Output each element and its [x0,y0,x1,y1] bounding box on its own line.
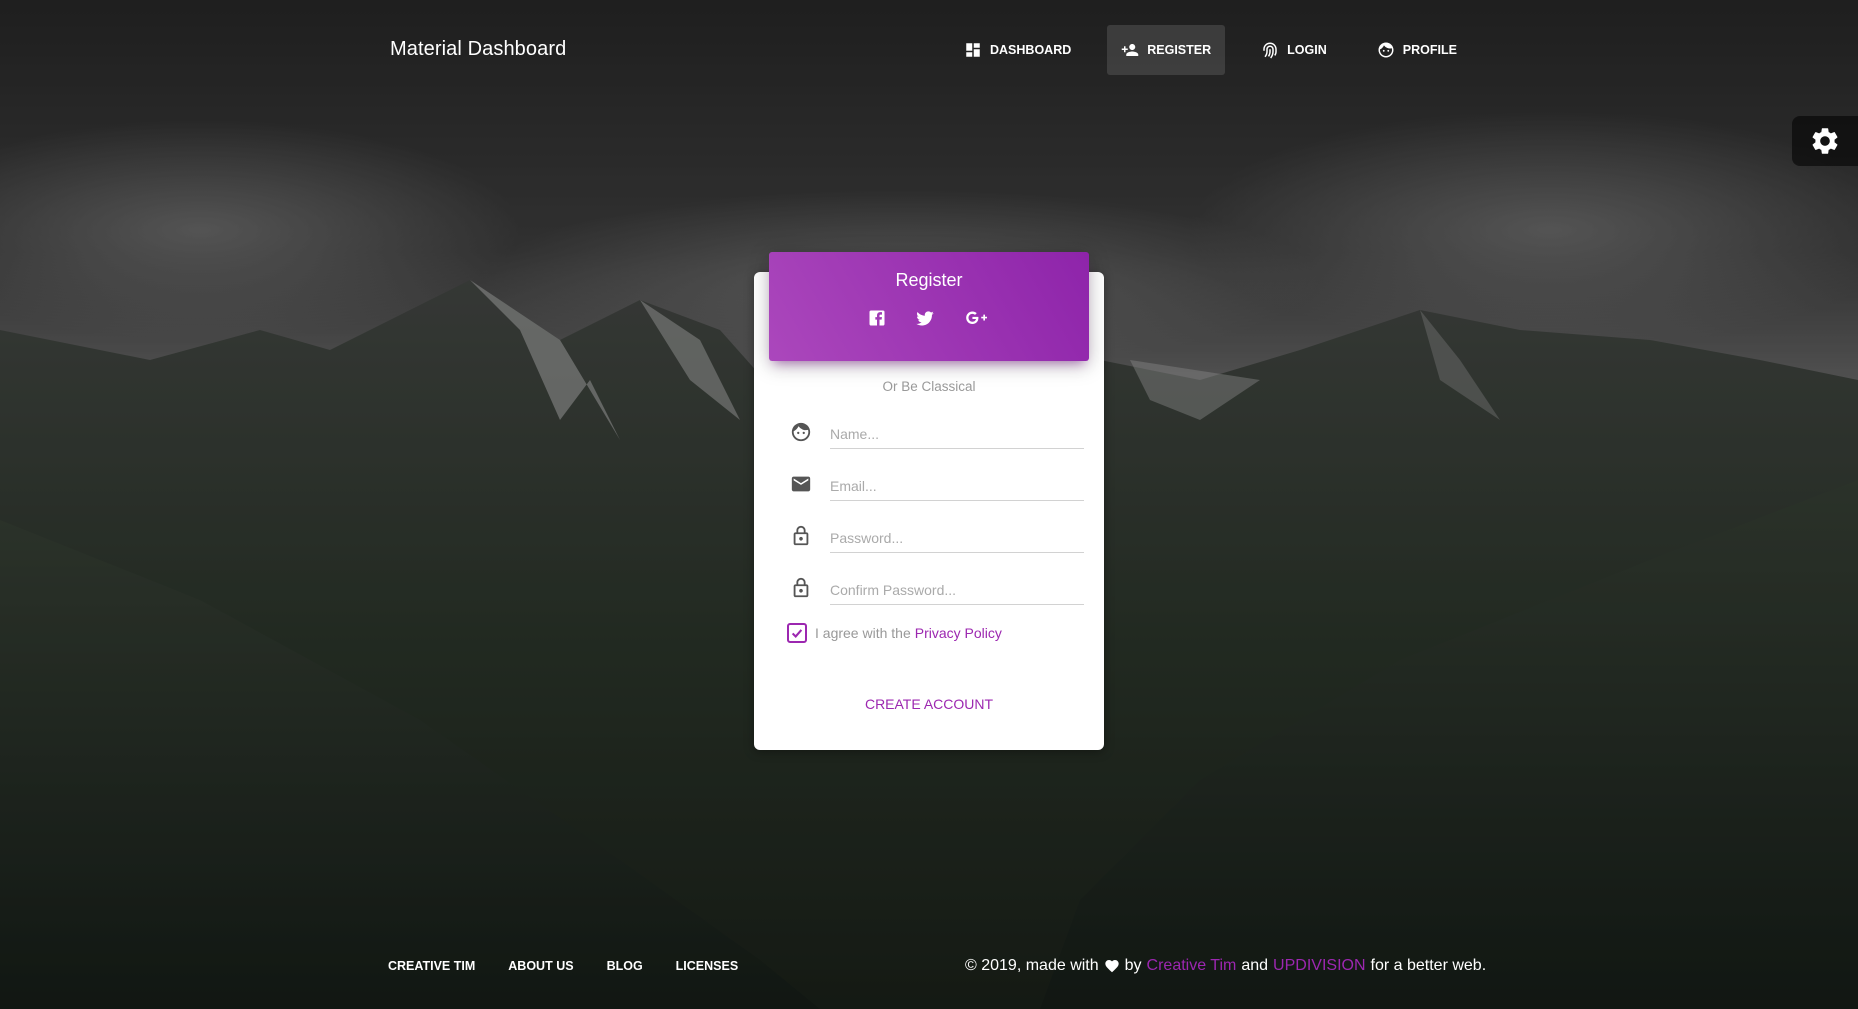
gear-icon [1812,128,1838,154]
email-field-group [788,464,1084,504]
copyright: © 2019, made with by Creative Tim and UP… [965,957,1486,975]
top-nav: Dashboard Register Login Profile [950,25,1493,75]
register-card: Register Or Be Classical Name... Email..… [754,252,1104,750]
brand-title[interactable]: Material Dashboard [390,38,566,61]
lock-icon [788,575,814,601]
check-icon [791,629,803,639]
copyright-and: and [1241,957,1269,974]
confirm-password-field-group [788,568,1084,608]
create-account-button[interactable]: Create Account [754,696,1104,712]
google-plus-icon [966,311,987,324]
copyright-suffix: for a better web. [1370,957,1487,974]
footer-links: Creative Tim About Us Blog Licenses [388,959,738,973]
facebook-icon [869,310,885,326]
twitter-icon [916,311,934,326]
facebook-button[interactable] [866,307,888,329]
copyright-by: by [1124,957,1142,974]
updivision-link[interactable]: UPDIVISION [1273,957,1365,975]
face-icon [1378,42,1394,58]
privacy-agreement: I agree with the Privacy Policy [787,623,1002,643]
footer-link-licenses[interactable]: Licenses [676,959,739,973]
creative-tim-link[interactable]: Creative Tim [1147,957,1237,975]
footer-link-blog[interactable]: Blog [607,959,643,973]
password-field-group [788,516,1084,556]
footer-link-about-us[interactable]: About Us [508,959,573,973]
nav-register-label: Register [1147,43,1212,57]
fingerprint-icon [1263,42,1277,59]
agree-label: I agree with the [815,625,911,641]
settings-toggle-button[interactable] [1792,116,1858,166]
password-input[interactable] [830,519,1084,553]
nav-profile[interactable]: Profile [1363,25,1471,75]
confirm-password-input[interactable] [830,571,1084,605]
mail-icon [788,471,814,497]
agree-checkbox[interactable] [787,623,807,643]
privacy-policy-link[interactable]: Privacy Policy [915,625,1002,641]
email-input[interactable] [830,467,1084,501]
dashboard-icon [966,43,980,57]
card-header: Register [769,252,1089,361]
twitter-button[interactable] [914,307,936,329]
nav-dashboard-label: Dashboard [990,43,1072,57]
google-plus-button[interactable] [962,307,992,329]
name-input[interactable] [830,415,1084,449]
nav-register[interactable]: Register [1107,25,1226,75]
or-classical-text: Or Be Classical [882,379,976,394]
social-buttons [769,307,1089,329]
lock-icon [788,523,814,549]
heart-icon [1104,960,1119,973]
copyright-prefix: © 2019, made with [965,957,1099,974]
nav-login-label: Login [1287,43,1327,57]
person-add-icon [1122,44,1139,56]
nav-profile-label: Profile [1402,43,1457,57]
face-icon [788,419,814,445]
name-field-group [788,412,1084,452]
footer-link-creative-tim[interactable]: Creative Tim [388,959,475,973]
nav-dashboard[interactable]: Dashboard [950,25,1085,75]
card-title: Register [895,270,963,290]
nav-login[interactable]: Login [1247,25,1341,75]
